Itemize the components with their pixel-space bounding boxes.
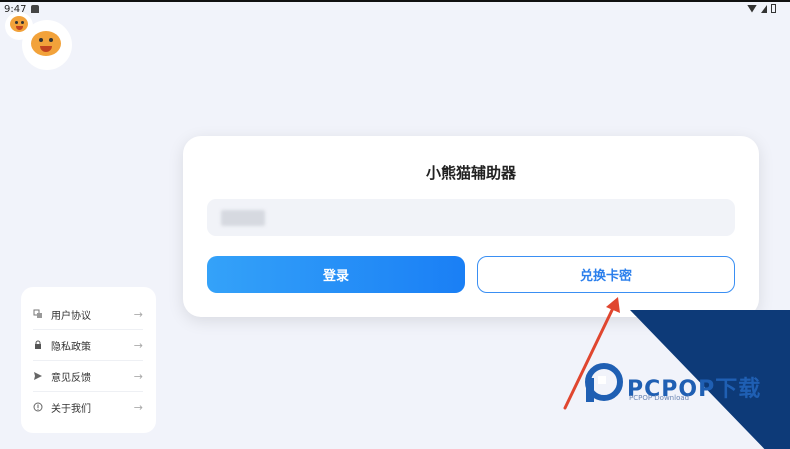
annotation-arrow-icon <box>563 297 620 410</box>
